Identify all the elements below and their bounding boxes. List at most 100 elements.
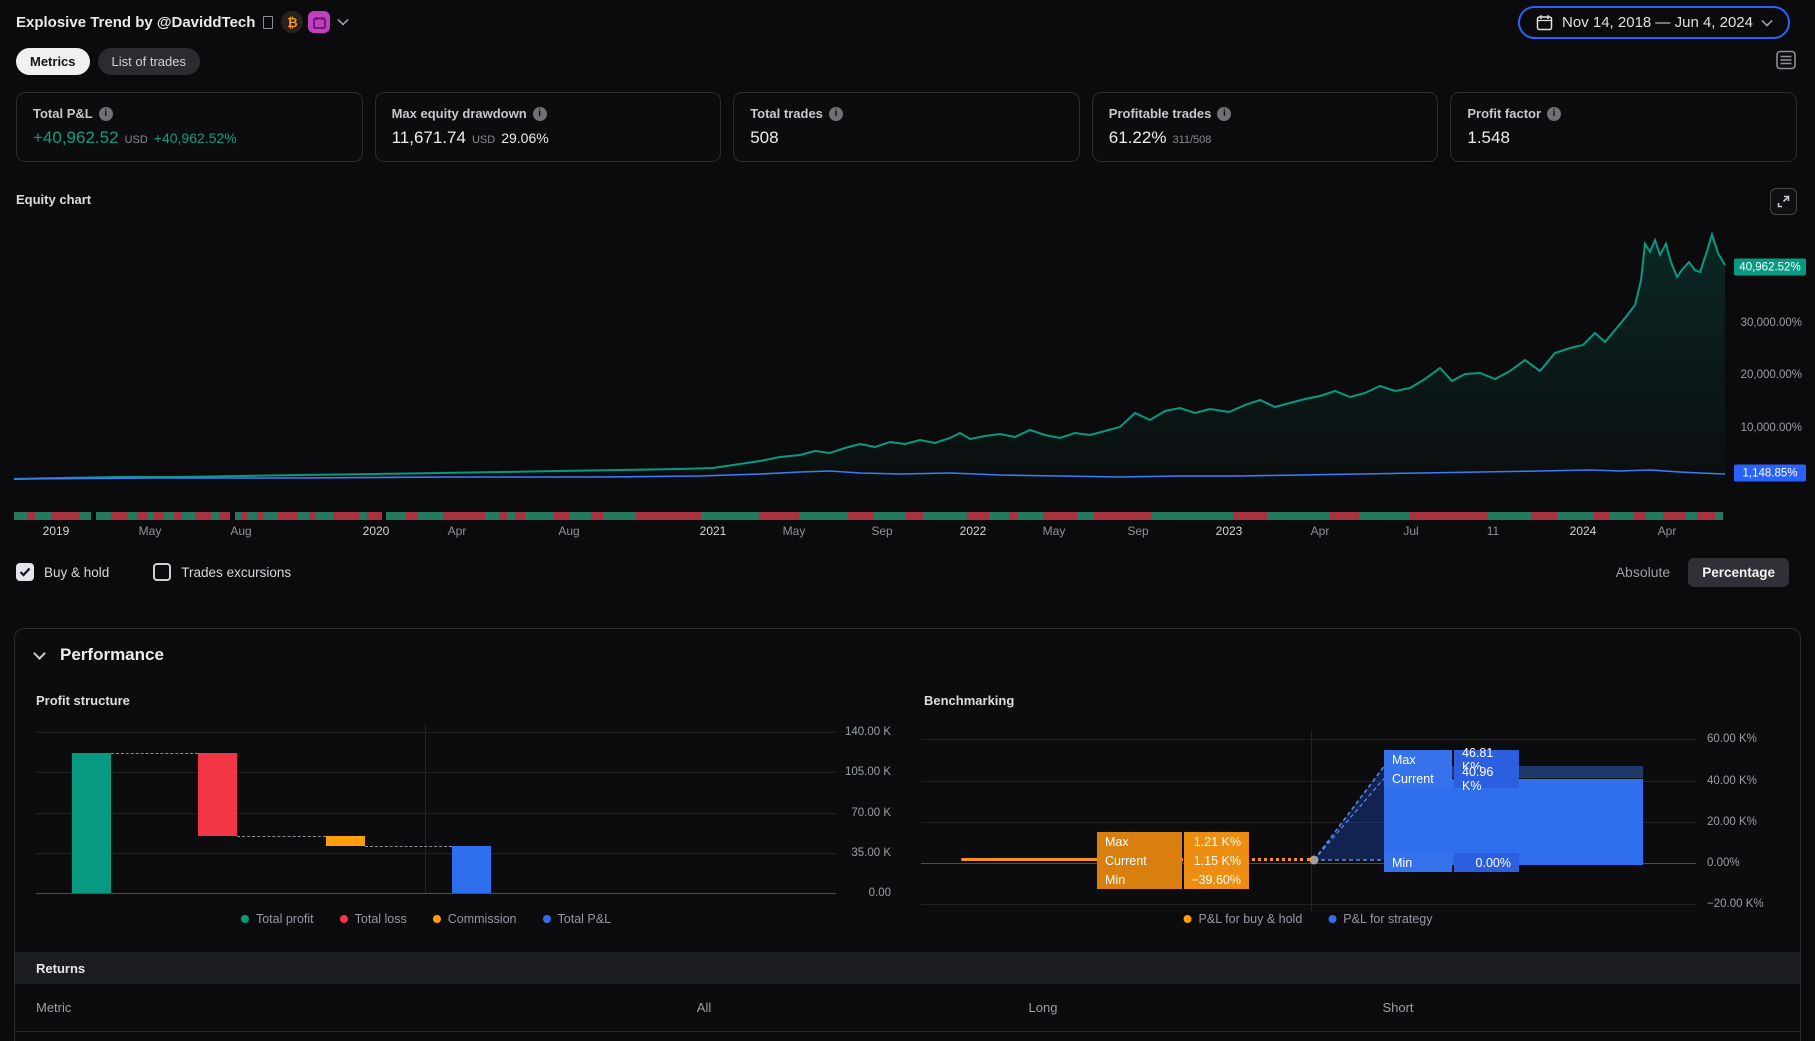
metric-card-label: Max equity drawdown i: [392, 106, 705, 121]
profit-gridline: [36, 732, 836, 733]
bar-total-loss[interactable]: [198, 753, 237, 836]
info-icon[interactable]: i: [1217, 106, 1232, 121]
info-icon[interactable]: i: [828, 106, 843, 121]
date-range-button[interactable]: Nov 14, 2018 — Jun 4, 2024: [1518, 6, 1790, 39]
benchmark-axis-tick: 60.00 K%: [1707, 733, 1757, 745]
winning-trades-segment: [417, 512, 443, 520]
losing-trades-segment: [554, 512, 569, 520]
buy-hold-checkbox[interactable]: [16, 563, 34, 581]
trades-excursions-checkbox[interactable]: [153, 563, 172, 581]
time-tick: Apr: [447, 524, 467, 538]
metric-value: 61.22%: [1108, 128, 1167, 147]
winning-trades-segment: [1152, 512, 1233, 520]
performance-header[interactable]: Performance: [33, 645, 164, 665]
losing-trades-segment: [636, 512, 701, 520]
metric-value: +40,962.52: [33, 128, 119, 147]
absolute-button[interactable]: Absolute: [1616, 564, 1670, 580]
winning-trades-segment: [163, 512, 174, 520]
tab-metrics[interactable]: Metrics: [16, 48, 90, 75]
winning-trades-segment: [1556, 512, 1595, 520]
metric-label: Total trades: [750, 106, 823, 121]
collapse-chevron-icon: [33, 646, 46, 660]
time-tick: Jul: [1403, 524, 1419, 538]
waterfall-connector: [237, 836, 326, 837]
losing-trades-segment: [1410, 512, 1488, 520]
column-header-metric: Metric: [36, 1000, 72, 1015]
trade-outcome-stripe[interactable]: [14, 512, 1724, 520]
losing-trades-segment: [515, 512, 526, 520]
legend-item: Total profit: [240, 912, 314, 926]
time-tick: Sep: [871, 524, 893, 538]
time-tick: Apr: [1657, 524, 1677, 538]
losing-trades-segment: [51, 512, 81, 520]
equity-chart-plot[interactable]: [0, 0, 1815, 560]
legend-dot-icon: [339, 915, 348, 923]
metric-value: 11,671.74: [391, 128, 466, 147]
profit-gridline: [36, 772, 836, 773]
strategy-header: Explosive Trend by @DaviddTech ₿: [16, 10, 350, 34]
winning-trades-segment: [263, 512, 279, 520]
metric-label: Max equity drawdown: [391, 106, 527, 121]
info-icon[interactable]: i: [98, 106, 113, 121]
benchmark-axis-tick: −20.00 K%: [1707, 898, 1764, 910]
date-range-label: Nov 14, 2018 — Jun 4, 2024: [1562, 14, 1753, 31]
winning-trades-segment: [359, 512, 368, 520]
losing-trades-segment: [1634, 512, 1646, 520]
winning-trades-segment: [1266, 512, 1330, 520]
losing-trades-segment: [442, 512, 485, 520]
buy-hold-checkbox-group[interactable]: Buy & hold: [16, 563, 109, 581]
winning-trades-segment: [210, 512, 219, 520]
column-header-short: Short: [1382, 1000, 1414, 1015]
bar-total-profit[interactable]: [72, 753, 111, 893]
legend-label: Total P&L: [557, 912, 612, 926]
strategy-area-fill: [14, 234, 1725, 480]
losing-trades-segment: [1042, 512, 1077, 520]
time-tick: 11: [1486, 524, 1500, 538]
expand-chart-button[interactable]: [1770, 188, 1797, 215]
percentage-button[interactable]: Percentage: [1688, 557, 1789, 587]
time-tick: 2024: [1569, 524, 1597, 538]
benchmarking-title: Benchmarking: [924, 693, 1015, 708]
benchmark-gridline: [921, 904, 1696, 905]
layout-list-button[interactable]: [1773, 47, 1799, 73]
losing-trades-segment: [1594, 512, 1609, 520]
waterfall-connector: [365, 846, 452, 847]
strategy-tooltip-row: Current 40.96 K%: [1384, 765, 1519, 793]
returns-section-header[interactable]: Returns: [15, 952, 1800, 984]
winning-trades-segment: [989, 512, 1009, 520]
profit-center-gridline: [425, 724, 426, 893]
bar-commission[interactable]: [326, 836, 365, 846]
winning-trades-segment: [1685, 512, 1698, 520]
tab-list-of-trades[interactable]: List of trades: [97, 48, 200, 75]
winning-trades-segment: [700, 512, 759, 520]
info-icon[interactable]: i: [1547, 106, 1562, 121]
bitcoin-icon: ₿: [281, 11, 304, 33]
losing-trades-segment: [154, 512, 164, 520]
winning-trades-segment: [525, 512, 555, 520]
winning-trades-segment: [34, 512, 52, 520]
legend-item: Total P&L: [542, 912, 612, 926]
time-tick: 2020: [362, 524, 390, 538]
tooltip-key: Current: [1097, 851, 1182, 870]
view-tabs: Metrics List of trades: [16, 48, 200, 75]
legend-item: P&L for strategy: [1328, 912, 1432, 926]
profit-axis-tick: 35.00 K: [851, 847, 891, 859]
losing-trades-segment: [1329, 512, 1359, 520]
strategy-tooltip-min-row: Min 0.00%: [1384, 853, 1519, 872]
winning-trades-segment: [507, 512, 516, 520]
winning-trades-segment: [247, 512, 258, 520]
legend-label: P&L for buy & hold: [1198, 912, 1303, 926]
info-icon[interactable]: i: [532, 106, 547, 121]
profit-axis-tick: 140.00 K: [844, 726, 891, 738]
title-dropdown-chevron-icon[interactable]: [337, 14, 350, 26]
legend-dot-icon: [1183, 915, 1192, 923]
tooltip-value: −39.60%: [1184, 870, 1249, 889]
bar-total-p-l[interactable]: [452, 846, 491, 893]
winning-trades-segment: [297, 512, 310, 520]
trades-excursions-checkbox-group[interactable]: Trades excursions: [153, 563, 291, 581]
losing-trades-segment: [1697, 512, 1715, 520]
legend-label: Total profit: [255, 912, 314, 926]
list-icon: [1776, 50, 1796, 70]
tooltip-value: 0.00%: [1454, 853, 1519, 872]
metric-label: Total P&L: [33, 106, 93, 121]
